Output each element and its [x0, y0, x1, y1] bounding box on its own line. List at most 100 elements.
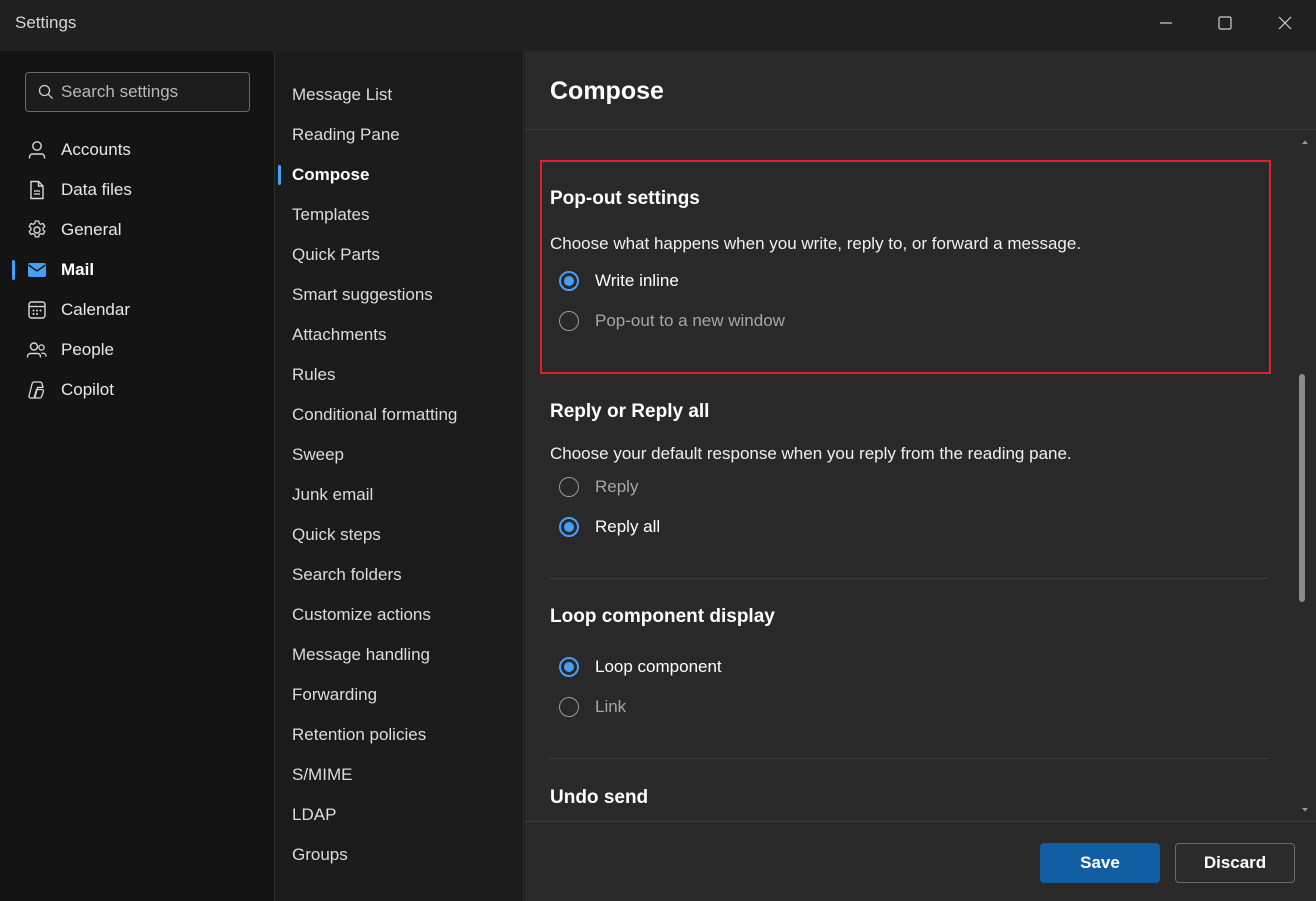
section-title-loop: Loop component display: [550, 606, 775, 627]
section-title-pop-out: Pop-out settings: [550, 188, 700, 209]
category-forwarding[interactable]: Forwarding: [275, 675, 524, 715]
category-label: Message List: [292, 85, 393, 104]
selection-indicator: [278, 165, 281, 185]
category-retention-policies[interactable]: Retention policies: [275, 715, 524, 755]
radio-reply-all[interactable]: Reply all: [559, 512, 660, 542]
selection-indicator: [12, 260, 15, 280]
category-sweep[interactable]: Sweep: [275, 435, 524, 475]
scroll-down-arrow-icon[interactable]: [1300, 805, 1310, 815]
minimize-button[interactable]: [1136, 0, 1196, 46]
category-compose[interactable]: Compose: [275, 155, 524, 195]
radio-loop-component[interactable]: Loop component: [559, 652, 722, 682]
nav-label: Copilot: [61, 380, 114, 399]
category-attachments[interactable]: Attachments: [275, 315, 524, 355]
scroll-up-arrow-icon[interactable]: [1300, 137, 1310, 147]
category-search-folders[interactable]: Search folders: [275, 555, 524, 595]
nav-item-copilot[interactable]: Copilot: [0, 370, 275, 410]
close-icon: [1278, 16, 1292, 30]
action-footer: Save Discard: [525, 821, 1316, 901]
category-label: Compose: [292, 165, 370, 184]
category-rules[interactable]: Rules: [275, 355, 524, 395]
section-desc-pop-out: Choose what happens when you write, repl…: [550, 234, 1082, 253]
search-box[interactable]: [25, 72, 250, 112]
category-label: Customize actions: [292, 605, 431, 624]
category-reading-pane[interactable]: Reading Pane: [275, 115, 524, 155]
category-label: Quick steps: [292, 525, 381, 544]
minimize-icon: [1160, 22, 1172, 24]
category-label: Templates: [292, 205, 370, 224]
category-quick-steps[interactable]: Quick steps: [275, 515, 524, 555]
radio-link[interactable]: Link: [559, 692, 626, 722]
nav-label: Data files: [61, 180, 132, 199]
section-desc-reply: Choose your default response when you re…: [550, 444, 1072, 463]
radio-indicator[interactable]: [559, 697, 579, 717]
category-junk-email[interactable]: Junk email: [275, 475, 524, 515]
discard-button[interactable]: Discard: [1175, 843, 1295, 883]
nav-label: General: [61, 220, 122, 239]
category-label: Attachments: [292, 325, 387, 344]
nav-label: Calendar: [61, 300, 130, 319]
save-button[interactable]: Save: [1040, 843, 1160, 883]
nav-item-mail[interactable]: Mail: [0, 250, 275, 290]
mail-icon: [26, 259, 48, 281]
search-icon: [38, 84, 53, 99]
category-message-handling[interactable]: Message handling: [275, 635, 524, 675]
category-label: S/MIME: [292, 765, 353, 784]
category-ldap[interactable]: LDAP: [275, 795, 524, 835]
maximize-icon: [1218, 16, 1232, 30]
nav-label: People: [61, 340, 114, 359]
radio-label: Link: [595, 697, 627, 716]
settings-scroll-region[interactable]: Pop-out settings Choose what happens whe…: [525, 131, 1316, 821]
radio-write-inline[interactable]: Write inline: [559, 266, 679, 296]
category-templates[interactable]: Templates: [275, 195, 524, 235]
title-bar: Settings: [0, 0, 1316, 51]
maximize-button[interactable]: [1195, 0, 1255, 46]
section-divider: [550, 578, 1268, 579]
gear-icon: [26, 219, 48, 241]
radio-pop-out-new-window[interactable]: Pop-out to a new window: [559, 306, 785, 336]
category-label: Junk email: [292, 485, 374, 504]
radio-indicator[interactable]: [559, 517, 579, 537]
radio-label: Pop-out to a new window: [595, 311, 785, 330]
category-label: Message handling: [292, 645, 430, 664]
radio-indicator[interactable]: [559, 477, 579, 497]
nav-item-data-files[interactable]: Data files: [0, 170, 275, 210]
nav-label: Mail: [61, 260, 95, 279]
section-divider: [550, 758, 1268, 759]
nav-item-calendar[interactable]: Calendar: [0, 290, 275, 330]
person-icon: [26, 139, 48, 161]
category-customize-actions[interactable]: Customize actions: [275, 595, 524, 635]
radio-label: Reply: [595, 477, 639, 496]
category-smart-suggestions[interactable]: Smart suggestions: [275, 275, 524, 315]
category-quick-parts[interactable]: Quick Parts: [275, 235, 524, 275]
content-header: Compose: [525, 51, 1316, 130]
category-conditional-formatting[interactable]: Conditional formatting: [275, 395, 524, 435]
category-label: Rules: [292, 365, 336, 384]
radio-indicator[interactable]: [559, 271, 579, 291]
category-label: Smart suggestions: [292, 285, 433, 304]
nav-item-accounts[interactable]: Accounts: [0, 130, 275, 170]
close-button[interactable]: [1255, 0, 1315, 46]
search-input[interactable]: [61, 82, 241, 102]
radio-reply[interactable]: Reply: [559, 472, 638, 502]
category-smime[interactable]: S/MIME: [275, 755, 524, 795]
nav-item-people[interactable]: People: [0, 330, 275, 370]
radio-indicator[interactable]: [559, 311, 579, 331]
category-label: Retention policies: [292, 725, 427, 744]
radio-label: Write inline: [595, 271, 679, 290]
category-label: Search folders: [292, 565, 402, 584]
radio-label: Loop component: [595, 657, 722, 676]
category-groups[interactable]: Groups: [275, 835, 524, 875]
copilot-icon: [26, 379, 48, 401]
compose-settings-pane: Compose Pop-out settings Choose what hap…: [525, 51, 1316, 901]
window-title: Settings: [15, 13, 77, 32]
category-message-list[interactable]: Message List: [275, 75, 524, 115]
category-label: Forwarding: [292, 685, 378, 704]
settings-nav-pane: Accounts Data files General Mail Calenda…: [0, 51, 275, 901]
mail-category-pane: Message List Reading Pane Compose Templa…: [275, 51, 524, 901]
nav-item-general[interactable]: General: [0, 210, 275, 250]
radio-indicator[interactable]: [559, 657, 579, 677]
people-icon: [26, 339, 48, 361]
scrollbar-thumb[interactable]: [1299, 374, 1305, 602]
calendar-icon: [26, 299, 48, 321]
